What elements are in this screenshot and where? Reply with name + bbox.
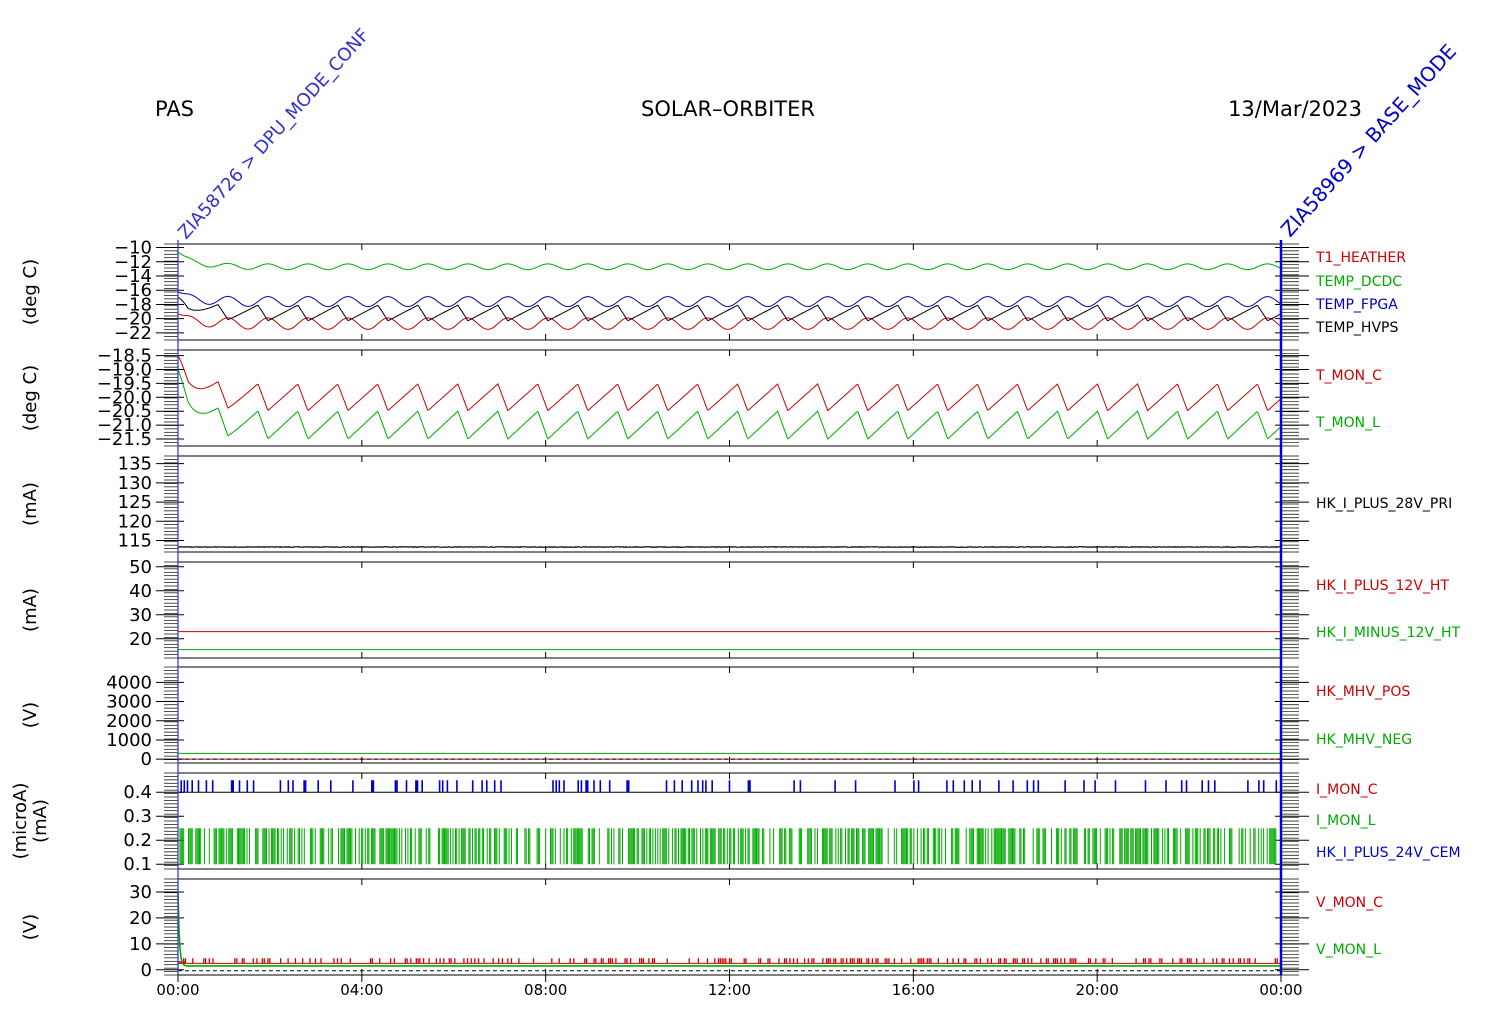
- y-tick-label: 30: [129, 605, 152, 626]
- y-tick-label: 135: [118, 454, 152, 475]
- y-tick-label: 4000: [106, 672, 152, 693]
- y-tick-label: 1000: [106, 730, 152, 751]
- panel-heater_currents: 20 30 40 50 (mA) HK_I_PLUS_12V_HT HK_I_MINUS_1…: [20, 557, 1461, 659]
- panel-frame: [177, 243, 1282, 341]
- series-line-T_MON_C: [177, 355, 1282, 412]
- legend-label-I_MON_C: I_MON_C: [1316, 782, 1378, 798]
- y-tick-label: 0.4: [123, 782, 152, 803]
- y-tick-label: 20: [129, 629, 152, 650]
- legend-label-HK_MHV_NEG: HK_MHV_NEG: [1316, 732, 1412, 748]
- series-line-TEMP_HVPS: [177, 296, 1282, 322]
- event-marker-left-label: ZIA58726 > DPU_MODE_CONF: [174, 25, 374, 244]
- legend-label-TEMP_HVPS: TEMP_HVPS: [1315, 320, 1398, 336]
- event-marker-right-label: ZIA58969 > BASE_MODE: [1276, 39, 1461, 241]
- y-tick-label: 2000: [106, 711, 152, 732]
- y-axis-label: (mA): [20, 588, 41, 632]
- y-tick-label: 125: [118, 492, 152, 513]
- panel-frame: [177, 561, 1282, 659]
- y-tick-label: 120: [118, 511, 152, 532]
- panel-frame: [177, 666, 1282, 764]
- x-tick-label: 20:00: [1076, 981, 1119, 999]
- legend-label-TEMP_FPGA: TEMP_FPGA: [1315, 297, 1398, 313]
- x-tick-label: 04:00: [340, 981, 383, 999]
- series-line-T_MON_L: [177, 369, 1282, 440]
- y-axis-label: (deg C): [20, 259, 41, 325]
- date-label: 13/Mar/2023: [1228, 97, 1362, 121]
- series-line-T1_HEATHER: [177, 313, 1282, 330]
- y-axis-label: (deg C): [20, 365, 41, 431]
- legend-label-I_MON_L: I_MON_L: [1316, 813, 1376, 829]
- series-line-TEMP_DCDC: [177, 251, 1282, 271]
- panel-mcp_voltages: 01000200030004000 (V) HK_MHV_POS HK_MHV_NEG: [20, 666, 1412, 770]
- x-tick-label: 08:00: [524, 981, 567, 999]
- y-tick-label: 30: [129, 882, 152, 903]
- y-tick-label: 40: [129, 581, 152, 602]
- panel-monitor_temperatures: −18.5−19.0−19.5−20.0−20.5−21.0−21.5(deg …: [20, 346, 1382, 450]
- y-tick-label: 50: [129, 557, 152, 578]
- series-line-TEMP_FPGA: [177, 291, 1282, 308]
- y-axis-label: (V): [20, 914, 41, 940]
- y-axis-label: (mA): [20, 482, 41, 526]
- legend-label-T_MON_C: T_MON_C: [1315, 368, 1382, 384]
- series-line-V_MON_C: [183, 958, 1278, 964]
- legend-label-T_MON_L: T_MON_L: [1315, 415, 1380, 431]
- y-tick-label: −22: [114, 323, 152, 344]
- series-line-I_MON_L: [179, 828, 1277, 865]
- y-tick-label: 0: [141, 960, 152, 981]
- time-axis: 00:00 04:00 08:00 12:00 16:00 20:00 00:00: [156, 975, 1303, 999]
- y-tick-label: 130: [118, 473, 152, 494]
- y-axis-label: (V): [20, 702, 41, 728]
- y-tick-label: 0.1: [123, 854, 152, 875]
- y-tick-label: 10: [129, 934, 152, 955]
- y-axis-label: (microA): [10, 783, 31, 860]
- legend-label-HK_MHV_POS: HK_MHV_POS: [1316, 684, 1410, 700]
- housekeeping-plot: PAS SOLAR–ORBITER 13/Mar/2023 ZIA58726 >…: [10, 25, 1461, 999]
- legend-label-HK_I_PLUS_12V_HT: HK_I_PLUS_12V_HT: [1316, 578, 1449, 594]
- panels-group: −10−12−14−16−18−20−22(deg C)T1_HEATHERTE…: [10, 238, 1461, 981]
- y-tick-label: 0.3: [123, 806, 152, 827]
- panel-temperatures: −10−12−14−16−18−20−22(deg C)T1_HEATHERTE…: [20, 238, 1406, 344]
- x-tick-label: 16:00: [892, 981, 935, 999]
- legend-label-TEMP_DCDC: TEMP_DCDC: [1315, 274, 1402, 290]
- legend-label-HK_I_MINUS_12V_HT: HK_I_MINUS_12V_HT: [1316, 625, 1461, 641]
- y-tick-label: −21.5: [97, 429, 152, 450]
- legend-label-T1_HEATHER: T1_HEATHER: [1315, 250, 1406, 266]
- x-tick-label: 12:00: [708, 981, 751, 999]
- legend-label-V_MON_L: V_MON_L: [1316, 942, 1381, 958]
- panel-monitor_voltages: 0 10 20 30 (V) V_MON_C V_MON_L: [20, 878, 1383, 981]
- y-tick-label: 0: [141, 749, 152, 770]
- y-tick-label: 0.2: [123, 830, 152, 851]
- mission-title: SOLAR–ORBITER: [641, 97, 815, 121]
- panel-cem_currents: 0.1 0.2 0.3 0.4 (microA) (mA) I_MON_C I_MON_L HK…: [10, 772, 1461, 875]
- panel-frame: [177, 455, 1282, 553]
- y-tick-label: 3000: [106, 692, 152, 713]
- y-axis-label: (mA): [30, 799, 51, 843]
- legend-label-HK_I_PLUS_28V_PRI: HK_I_PLUS_28V_PRI: [1316, 496, 1452, 512]
- legend-label-HK_I_PLUS_24V_CEM: HK_I_PLUS_24V_CEM: [1316, 845, 1461, 861]
- series-line-V_MON_L: [177, 891, 1281, 967]
- series-line-HK_I_PLUS_28V_PRI: [177, 546, 1282, 548]
- x-tick-label: 00:00: [1259, 981, 1302, 999]
- y-tick-label: 20: [129, 908, 152, 929]
- x-tick-label: 00:00: [156, 981, 199, 999]
- y-tick-label: 115: [118, 530, 152, 551]
- series-line-HK_I_PLUS_24V_CEM: [180, 780, 1278, 793]
- instrument-title: PAS: [155, 97, 194, 121]
- panel-primary_current: 115120125130135 (mA) HK_I_PLUS_28V_PRI: [20, 454, 1452, 553]
- legend-label-V_MON_C: V_MON_C: [1316, 895, 1383, 911]
